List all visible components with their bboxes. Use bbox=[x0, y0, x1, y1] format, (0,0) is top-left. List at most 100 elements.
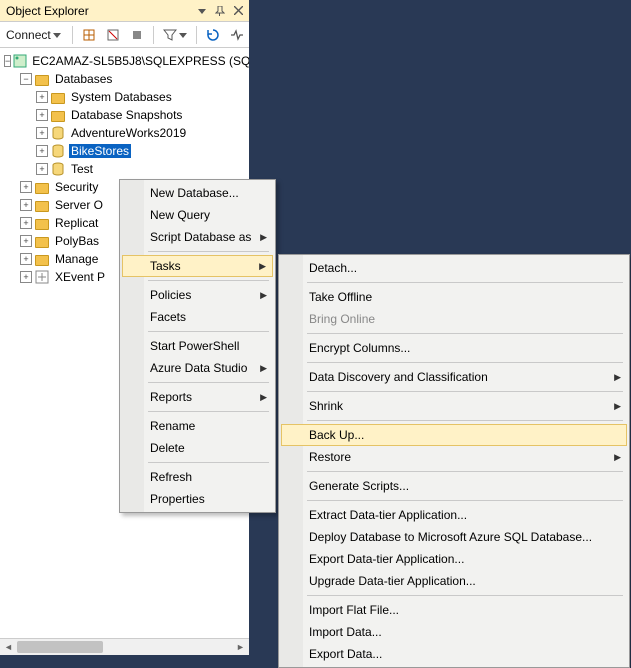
folder-icon bbox=[34, 197, 50, 213]
menu-item-rename[interactable]: Rename bbox=[122, 415, 273, 437]
folder-icon bbox=[50, 89, 66, 105]
xevent-icon bbox=[34, 269, 50, 285]
submenu-arrow-icon: ▶ bbox=[259, 261, 266, 272]
expand-icon[interactable]: + bbox=[20, 235, 32, 247]
toolbar-separator bbox=[153, 26, 154, 44]
node-label: Database Snapshots bbox=[69, 108, 184, 122]
menu-item-facets[interactable]: Facets bbox=[122, 306, 273, 328]
test-node[interactable]: + Test bbox=[4, 160, 249, 178]
filter-icon[interactable] bbox=[159, 26, 191, 44]
expand-icon[interactable]: + bbox=[20, 181, 32, 193]
menu-item-powershell[interactable]: Start PowerShell bbox=[122, 335, 273, 357]
menu-item-tasks[interactable]: Tasks▶ bbox=[122, 255, 273, 277]
database-context-menu: New Database... New Query Script Databas… bbox=[119, 179, 276, 513]
database-icon bbox=[50, 161, 66, 177]
scroll-thumb[interactable] bbox=[17, 641, 103, 653]
menu-item-azure-data-studio[interactable]: Azure Data Studio▶ bbox=[122, 357, 273, 379]
panel-header: Object Explorer bbox=[0, 0, 249, 22]
menu-separator bbox=[307, 500, 623, 501]
menu-item-refresh[interactable]: Refresh bbox=[122, 466, 273, 488]
collapse-icon[interactable]: − bbox=[4, 55, 11, 67]
node-label: Databases bbox=[53, 72, 114, 86]
database-icon bbox=[50, 143, 66, 159]
menu-item-new-query[interactable]: New Query bbox=[122, 204, 273, 226]
toolbar-separator bbox=[72, 26, 73, 44]
databases-node[interactable]: − Databases bbox=[4, 70, 249, 88]
close-icon[interactable] bbox=[229, 2, 247, 20]
scroll-right-icon[interactable]: ► bbox=[232, 639, 249, 655]
stop-icon[interactable] bbox=[126, 26, 148, 44]
menu-item-shrink[interactable]: Shrink▶ bbox=[281, 395, 627, 417]
expand-icon[interactable]: + bbox=[36, 127, 48, 139]
menu-item-detach[interactable]: Detach... bbox=[281, 257, 627, 279]
adventureworks-node[interactable]: + AdventureWorks2019 bbox=[4, 124, 249, 142]
tasks-submenu: Detach... Take Offline Bring Online Encr… bbox=[278, 254, 630, 668]
menu-item-export-dt[interactable]: Export Data-tier Application... bbox=[281, 548, 627, 570]
connect-object-icon[interactable] bbox=[78, 26, 100, 44]
menu-item-generate-scripts[interactable]: Generate Scripts... bbox=[281, 475, 627, 497]
expand-icon[interactable]: + bbox=[20, 217, 32, 229]
collapse-icon[interactable]: − bbox=[20, 73, 32, 85]
expand-icon[interactable]: + bbox=[36, 109, 48, 121]
menu-separator bbox=[307, 471, 623, 472]
menu-separator bbox=[307, 595, 623, 596]
menu-item-delete[interactable]: Delete bbox=[122, 437, 273, 459]
menu-separator bbox=[307, 333, 623, 334]
system-databases-node[interactable]: + System Databases bbox=[4, 88, 249, 106]
menu-item-backup[interactable]: Back Up... bbox=[281, 424, 627, 446]
activity-icon[interactable] bbox=[226, 26, 248, 44]
node-label: XEvent P bbox=[53, 270, 107, 284]
menu-item-new-database[interactable]: New Database... bbox=[122, 182, 273, 204]
menu-item-reports[interactable]: Reports▶ bbox=[122, 386, 273, 408]
expand-icon[interactable]: + bbox=[36, 145, 48, 157]
horizontal-scrollbar[interactable]: ◄ ► bbox=[0, 638, 249, 655]
folder-icon bbox=[34, 251, 50, 267]
folder-icon bbox=[34, 233, 50, 249]
server-node[interactable]: − EC2AMAZ-SL5B5J8\SQLEXPRESS (SQL S bbox=[4, 52, 249, 70]
expand-icon[interactable]: + bbox=[20, 199, 32, 211]
menu-item-import-data[interactable]: Import Data... bbox=[281, 621, 627, 643]
folder-icon bbox=[50, 107, 66, 123]
menu-item-bring-online: Bring Online bbox=[281, 308, 627, 330]
node-label: EC2AMAZ-SL5B5J8\SQLEXPRESS (SQL S bbox=[30, 54, 249, 68]
menu-separator bbox=[148, 280, 269, 281]
connect-button[interactable]: Connect bbox=[0, 26, 67, 44]
node-label: Security bbox=[53, 180, 100, 194]
scroll-left-icon[interactable]: ◄ bbox=[0, 639, 17, 655]
expand-icon[interactable]: + bbox=[36, 91, 48, 103]
refresh-icon[interactable] bbox=[202, 26, 224, 44]
expand-icon[interactable]: + bbox=[20, 253, 32, 265]
dropdown-icon[interactable] bbox=[193, 2, 211, 20]
menu-item-policies[interactable]: Policies▶ bbox=[122, 284, 273, 306]
menu-item-upgrade-dt[interactable]: Upgrade Data-tier Application... bbox=[281, 570, 627, 592]
expand-icon[interactable]: + bbox=[36, 163, 48, 175]
toolbar-separator bbox=[196, 26, 197, 44]
menu-item-restore[interactable]: Restore▶ bbox=[281, 446, 627, 468]
submenu-arrow-icon: ▶ bbox=[614, 401, 621, 412]
disconnect-icon[interactable] bbox=[102, 26, 124, 44]
menu-item-encrypt[interactable]: Encrypt Columns... bbox=[281, 337, 627, 359]
folder-icon bbox=[34, 215, 50, 231]
expand-icon[interactable]: + bbox=[20, 271, 32, 283]
submenu-arrow-icon: ▶ bbox=[614, 372, 621, 383]
menu-separator bbox=[307, 391, 623, 392]
menu-item-properties[interactable]: Properties bbox=[122, 488, 273, 510]
submenu-arrow-icon: ▶ bbox=[614, 452, 621, 463]
toolbar: Connect bbox=[0, 22, 249, 48]
menu-item-script-database[interactable]: Script Database as▶ bbox=[122, 226, 273, 248]
menu-separator bbox=[148, 462, 269, 463]
node-label: AdventureWorks2019 bbox=[69, 126, 188, 140]
menu-item-take-offline[interactable]: Take Offline bbox=[281, 286, 627, 308]
scroll-track[interactable] bbox=[17, 639, 232, 655]
node-label: PolyBas bbox=[53, 234, 101, 248]
bikestores-node[interactable]: + BikeStores bbox=[4, 142, 249, 160]
pin-icon[interactable] bbox=[211, 2, 229, 20]
menu-item-deploy-azure[interactable]: Deploy Database to Microsoft Azure SQL D… bbox=[281, 526, 627, 548]
node-label: System Databases bbox=[69, 90, 174, 104]
menu-item-import-flat[interactable]: Import Flat File... bbox=[281, 599, 627, 621]
menu-item-export-data[interactable]: Export Data... bbox=[281, 643, 627, 665]
menu-item-data-discovery[interactable]: Data Discovery and Classification▶ bbox=[281, 366, 627, 388]
db-snapshots-node[interactable]: + Database Snapshots bbox=[4, 106, 249, 124]
menu-separator bbox=[307, 362, 623, 363]
menu-item-extract-dt[interactable]: Extract Data-tier Application... bbox=[281, 504, 627, 526]
